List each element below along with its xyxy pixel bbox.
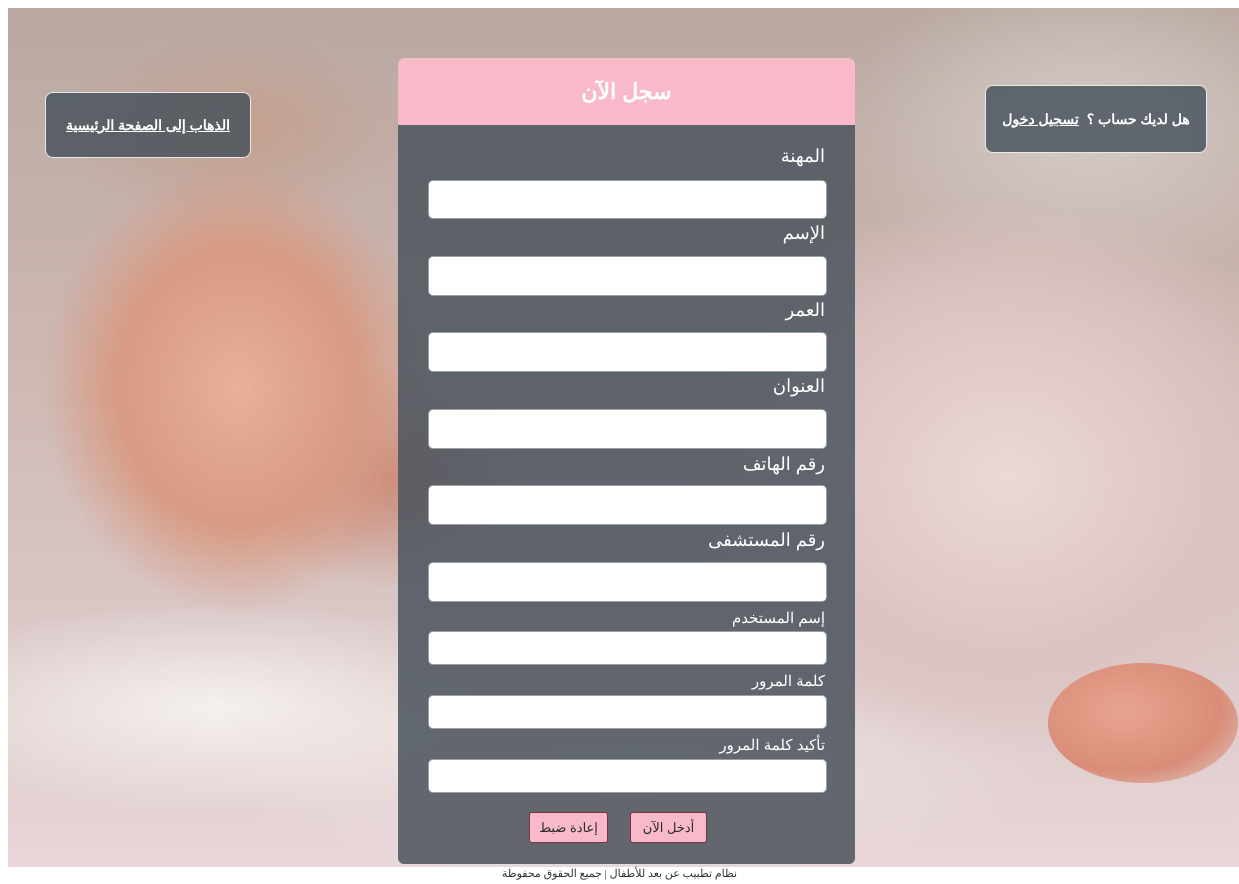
address-input[interactable] xyxy=(428,409,827,449)
profession-label: المهنة xyxy=(780,146,825,166)
footer-text: نظام تطبيب عن بعد للأطفال | جميع الحقوق … xyxy=(501,868,738,880)
phone-input[interactable] xyxy=(428,485,827,525)
home-link[interactable]: الذهاب إلى الصفحة الرئيسية xyxy=(66,117,230,134)
age-input[interactable] xyxy=(428,332,827,372)
login-link[interactable]: تسجيل دخول xyxy=(1002,111,1078,128)
username-label: إسم المستخدم xyxy=(731,610,825,627)
reset-button[interactable]: إعادة ضبط xyxy=(529,812,608,843)
confirm-password-input[interactable] xyxy=(428,759,827,793)
age-label: العمر xyxy=(785,300,825,320)
password-input[interactable] xyxy=(428,695,827,729)
name-label: الإسم xyxy=(782,223,825,243)
submit-button[interactable]: أدخل الآن xyxy=(630,812,707,843)
confirm-password-label: تأكيد كلمة المرور xyxy=(719,737,825,754)
form-title: سجل الآن xyxy=(581,78,672,104)
username-input[interactable] xyxy=(428,631,827,665)
password-label: كلمة المرور xyxy=(751,673,825,690)
profession-input[interactable] xyxy=(428,180,827,219)
form-header: سجل الآن xyxy=(398,58,855,125)
address-label: العنوان xyxy=(772,376,825,396)
login-prompt-box: هل لديك حساب ؟ تسجيل دخول xyxy=(985,85,1207,153)
registration-form: سجل الآن المهنة الإسم العمر العنوان رقم … xyxy=(398,58,855,864)
name-input[interactable] xyxy=(428,256,827,296)
hospital-number-label: رقم المستشفى xyxy=(708,530,825,550)
hospital-number-input[interactable] xyxy=(428,562,827,602)
background-baby-hand xyxy=(1048,663,1238,783)
have-account-text: هل لديك حساب ؟ xyxy=(1086,110,1190,127)
home-link-box: الذهاب إلى الصفحة الرئيسية xyxy=(45,92,251,158)
phone-label: رقم الهاتف xyxy=(742,454,825,474)
